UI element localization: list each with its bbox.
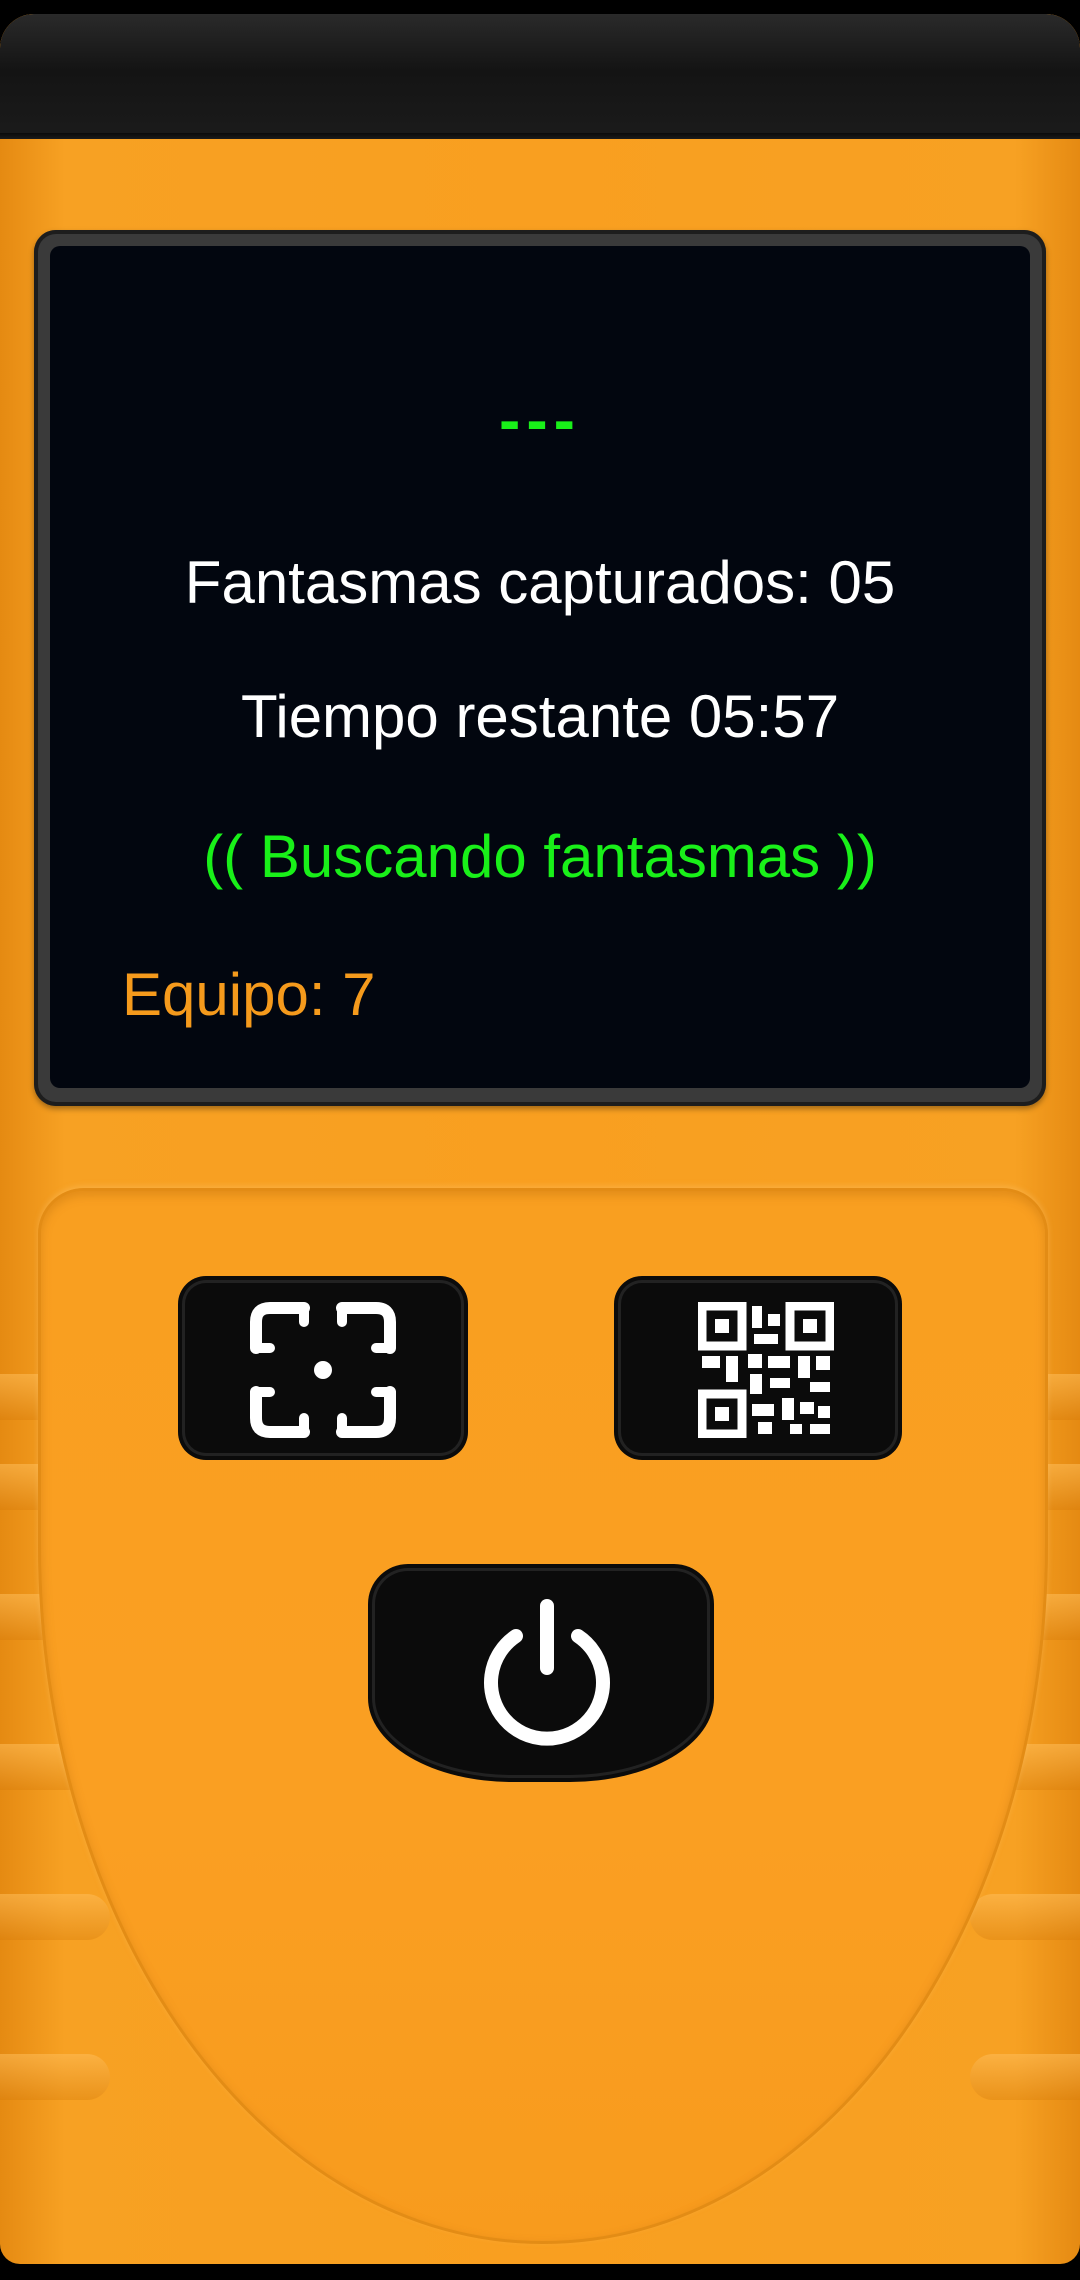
side-grip xyxy=(970,1894,1080,1940)
side-grip xyxy=(0,1894,110,1940)
power-button[interactable] xyxy=(372,1568,710,1778)
time-remaining-label: Tiempo restante 05:57 xyxy=(240,683,840,750)
qr-code-icon xyxy=(697,1301,835,1439)
side-grip xyxy=(970,2054,1080,2100)
qr-scan-button[interactable] xyxy=(618,1280,898,1456)
scan-target-icon xyxy=(248,1300,398,1440)
search-status-text: (( Buscando fantasmas )) xyxy=(203,823,877,890)
signal-indicator: --- xyxy=(499,384,581,456)
power-icon xyxy=(472,1592,622,1752)
scan-button[interactable] xyxy=(182,1280,464,1456)
ghosts-captured-label: Fantasmas capturados: 05 xyxy=(184,549,896,616)
side-grip xyxy=(0,2054,110,2100)
detector-screen: --- Fantasmas capturados: 05 Tiempo rest… xyxy=(50,246,1030,1088)
team-label: Equipo: 7 xyxy=(122,961,376,1028)
device-top-cap xyxy=(0,14,1080,139)
